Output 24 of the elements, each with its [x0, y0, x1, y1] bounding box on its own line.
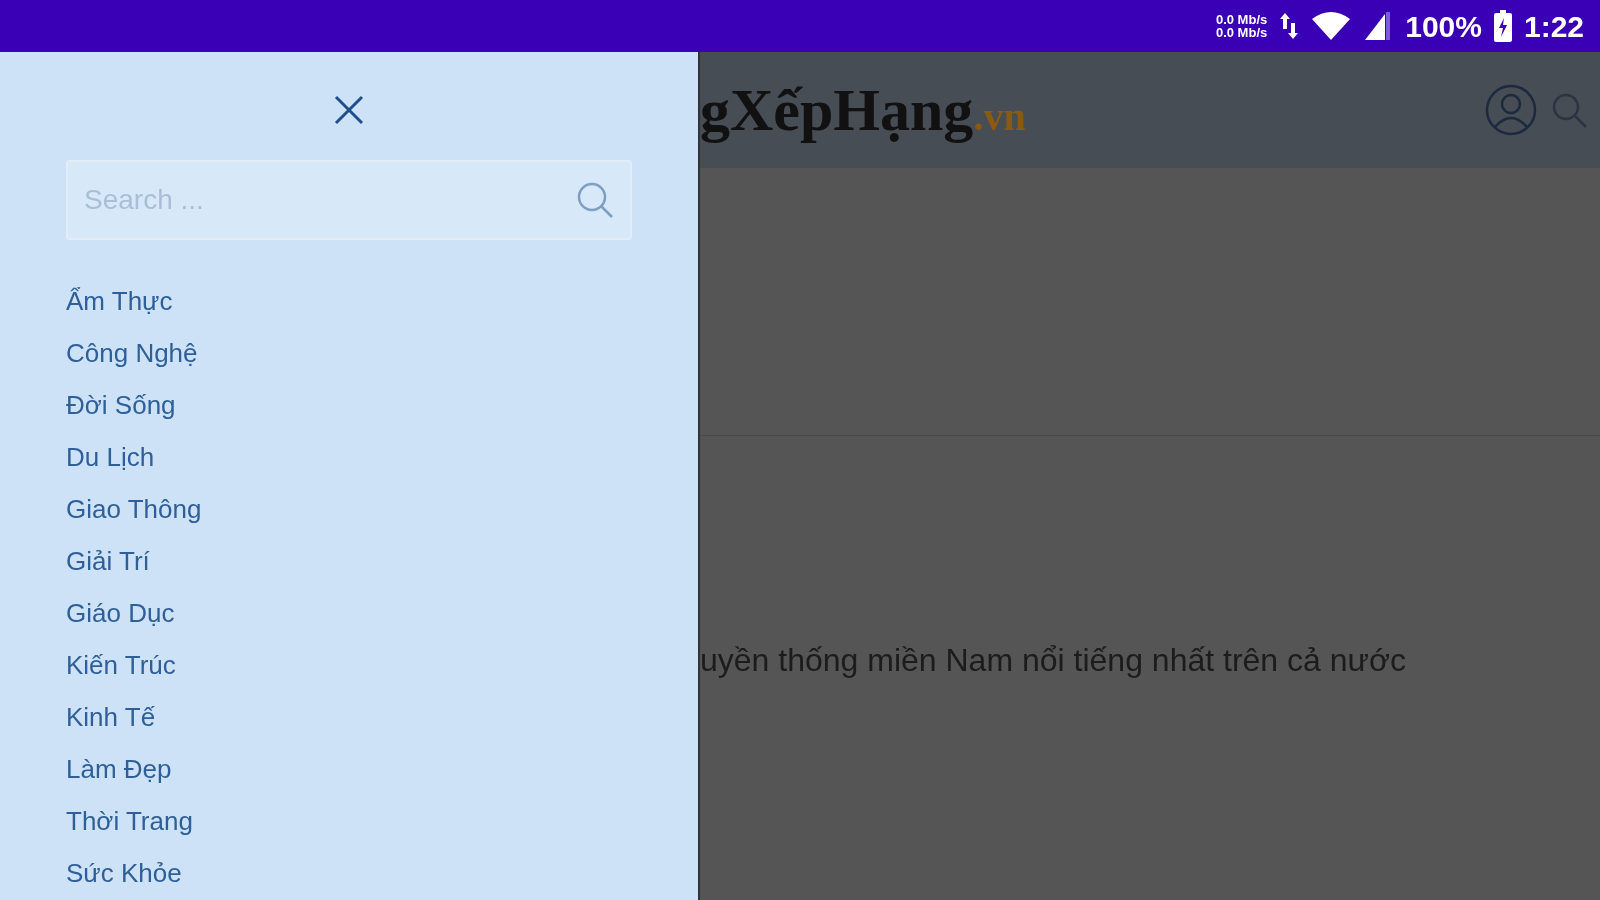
download-speed: 0.0 Mb/s — [1215, 26, 1268, 39]
category-link[interactable]: Làm Đẹp — [66, 754, 172, 785]
clock: 1:22 — [1523, 8, 1584, 45]
category-link[interactable]: Sức Khỏe — [66, 858, 182, 889]
category-link[interactable]: Công Nghệ — [66, 338, 198, 369]
category-link[interactable]: Kinh Tế — [66, 702, 156, 733]
battery-percentage: 100% — [1405, 8, 1482, 45]
close-icon — [333, 94, 365, 126]
search-icon — [576, 181, 614, 219]
site-logo-suffix: .vn — [973, 94, 1026, 139]
category-link[interactable]: Thời Trang — [66, 806, 193, 837]
upload-speed: 0.0 Mb/s — [1215, 13, 1268, 26]
category-link[interactable]: Giải Trí — [66, 546, 150, 577]
category-link[interactable]: Ẩm Thực — [66, 286, 173, 317]
category-link[interactable]: Kiến Trúc — [66, 650, 176, 681]
category-link[interactable]: Giao Thông — [66, 494, 202, 525]
data-transfer-icon — [1279, 11, 1300, 41]
user-account-icon[interactable] — [1484, 83, 1538, 137]
category-link[interactable]: Du Lịch — [66, 442, 155, 473]
battery-charging-icon — [1493, 10, 1512, 42]
category-link[interactable]: Đời Sống — [66, 390, 176, 421]
wifi-icon — [1311, 11, 1352, 41]
category-link[interactable]: Giáo Dục — [66, 598, 175, 629]
search-icon[interactable] — [1550, 91, 1588, 129]
